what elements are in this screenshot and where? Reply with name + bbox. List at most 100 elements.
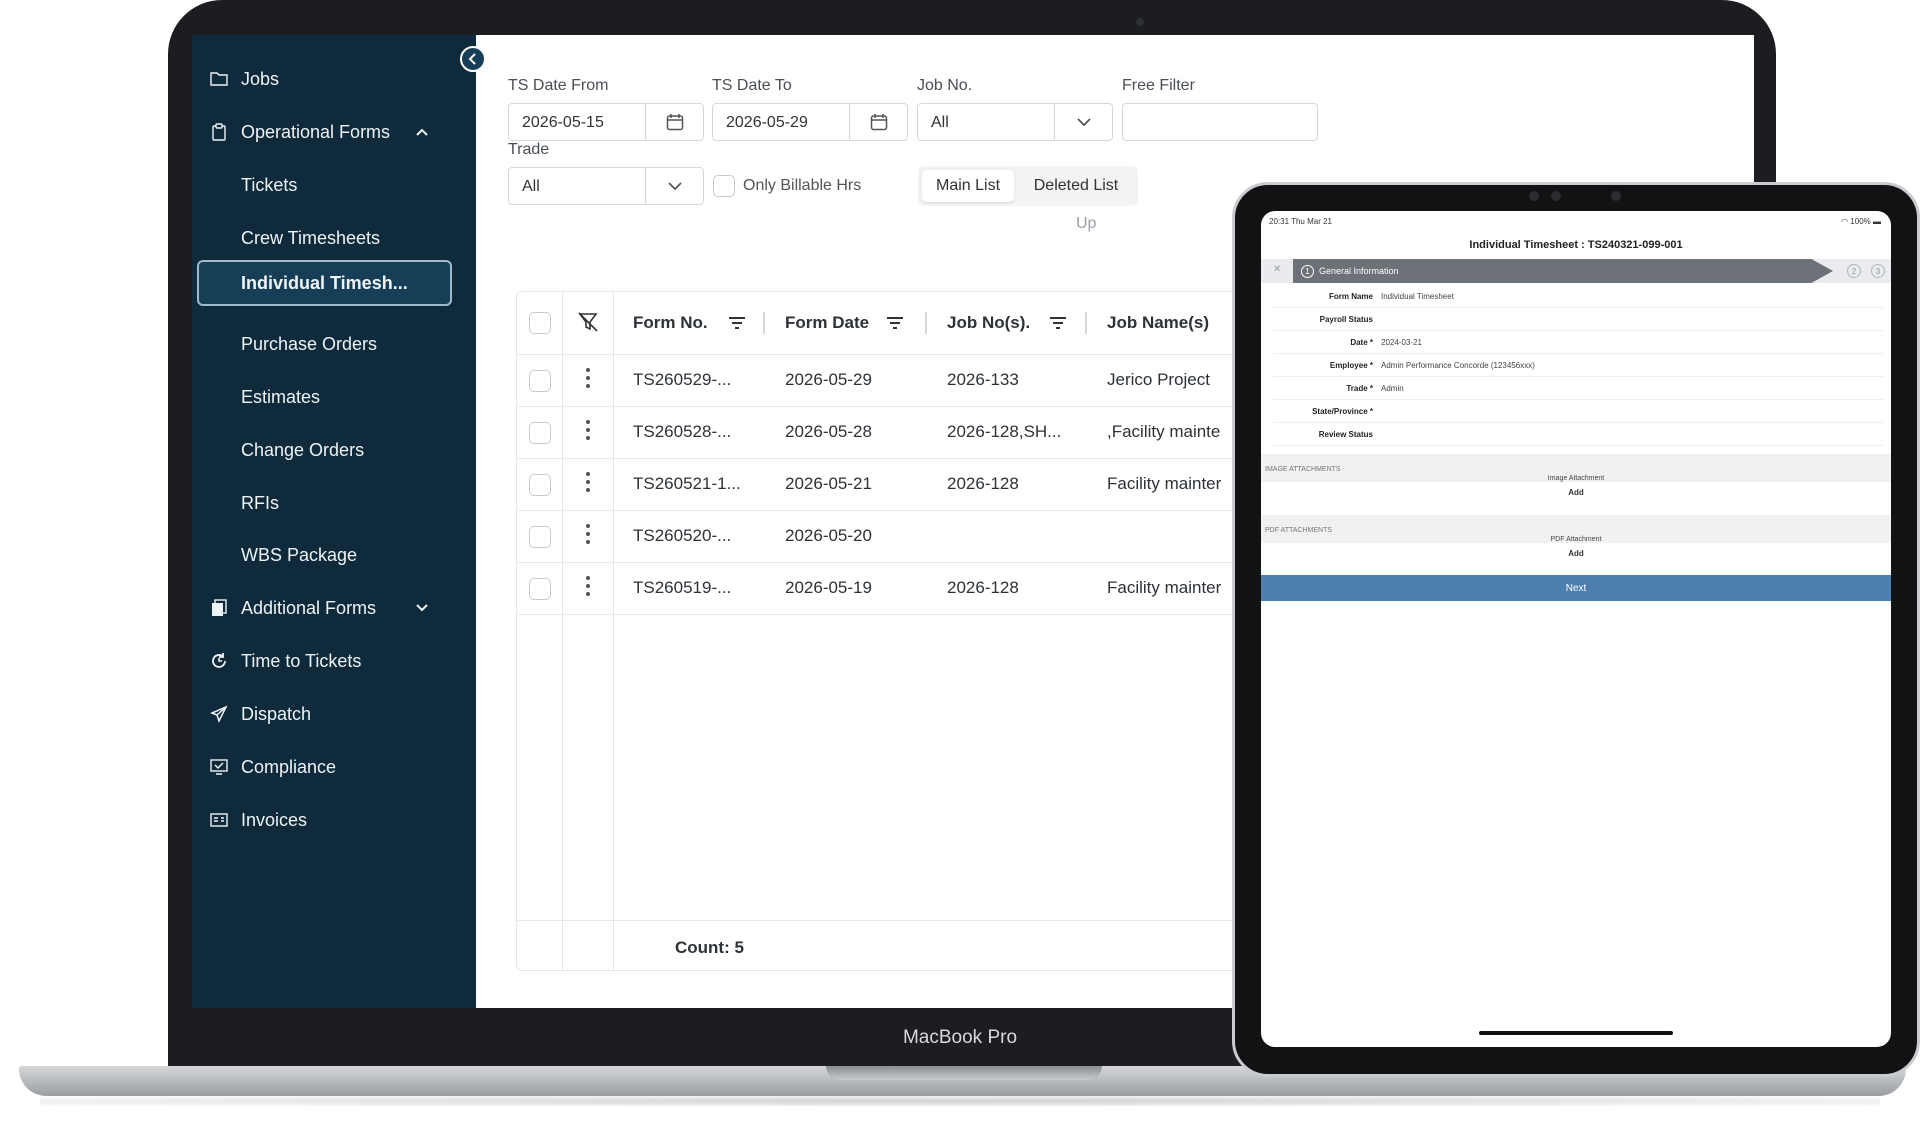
next-button[interactable]: Next bbox=[1261, 575, 1891, 601]
field-review-status[interactable]: Review Status bbox=[1273, 423, 1883, 446]
ts-date-from-value: 2026-05-15 bbox=[522, 114, 604, 131]
sidebar-item-time-to-tickets[interactable]: Time to Tickets bbox=[192, 638, 476, 684]
column-job-name[interactable]: Job Name(s) bbox=[1107, 292, 1209, 354]
sidebar-item-wbs-package[interactable]: WBS Package bbox=[192, 532, 476, 578]
sidebar-item-tickets[interactable]: Tickets bbox=[192, 162, 476, 208]
field-date[interactable]: Date * 2024-03-21 bbox=[1273, 331, 1883, 354]
column-label: Form Date bbox=[785, 313, 870, 332]
cell-form-no[interactable]: TS260521-1... bbox=[633, 474, 773, 494]
ts-date-from-field[interactable]: 2026-05-15 bbox=[508, 103, 704, 141]
step-general-information[interactable]: 1 General Information bbox=[1293, 259, 1833, 283]
sidebar: Jobs Operational Forms Tickets Crew Time… bbox=[192, 35, 476, 1008]
sidebar-item-label: WBS Package bbox=[241, 544, 358, 565]
sidebar-item-label: Time to Tickets bbox=[241, 650, 362, 671]
monitor-check-icon bbox=[209, 757, 229, 777]
row-menu-icon[interactable] bbox=[586, 368, 590, 388]
cell-form-date: 2026-05-28 bbox=[785, 422, 872, 441]
select-all-checkbox[interactable] bbox=[529, 312, 551, 334]
chevron-down-icon[interactable] bbox=[645, 168, 703, 204]
free-filter-input[interactable] bbox=[1122, 103, 1318, 141]
row-menu-icon[interactable] bbox=[586, 576, 590, 596]
close-icon[interactable]: ✕ bbox=[1273, 264, 1281, 275]
sidebar-item-crew-timesheets[interactable]: Crew Timesheets bbox=[192, 215, 476, 261]
column-form-no[interactable]: Form No. bbox=[633, 292, 708, 354]
job-no-select[interactable]: All bbox=[917, 103, 1113, 141]
sidebar-item-label: Compliance bbox=[241, 756, 337, 777]
sidebar-item-label: Individual Timesh... bbox=[241, 272, 408, 293]
invoice-icon bbox=[209, 810, 229, 830]
trade-label: Trade bbox=[508, 141, 550, 158]
sidebar-item-dispatch[interactable]: Dispatch bbox=[192, 691, 476, 737]
filter-lines-icon[interactable] bbox=[1049, 316, 1067, 335]
chevron-down-icon[interactable] bbox=[1054, 104, 1112, 140]
step-3[interactable]: 3 bbox=[1871, 264, 1885, 278]
section-header: IMAGE ATTACHMENTS bbox=[1265, 466, 1341, 473]
sidebar-item-jobs[interactable]: Jobs bbox=[192, 56, 476, 102]
sidebar-item-individual-timesheets[interactable]: Individual Timesh... bbox=[197, 260, 452, 306]
sidebar-item-compliance[interactable]: Compliance bbox=[192, 744, 476, 790]
sidebar-item-label: Tickets bbox=[241, 174, 298, 195]
field-key: Date * bbox=[1350, 338, 1373, 347]
tab-main-list[interactable]: Main List bbox=[922, 170, 1014, 202]
section-caption: Image Attachment bbox=[1547, 475, 1605, 482]
tablet-status-time: 20:31 Thu Mar 21 bbox=[1269, 217, 1333, 226]
field-payroll-status[interactable]: Payroll Status bbox=[1273, 308, 1883, 331]
tablet-screen: 20:31 Thu Mar 21 ◠ 100% ▬ Individual Tim… bbox=[1261, 211, 1891, 1047]
ts-date-to-field[interactable]: 2026-05-29 bbox=[712, 103, 908, 141]
battery-icon: ▬ bbox=[1873, 217, 1881, 226]
sidebar-item-rfis[interactable]: RFIs bbox=[192, 480, 476, 526]
calendar-icon[interactable] bbox=[849, 104, 907, 140]
documents-icon bbox=[209, 598, 229, 618]
field-key: State/Province * bbox=[1312, 407, 1373, 416]
field-employee[interactable]: Employee * Admin Performance Concorde (1… bbox=[1273, 354, 1883, 377]
field-value: Individual Timesheet bbox=[1381, 292, 1454, 301]
row-menu-icon[interactable] bbox=[586, 524, 590, 544]
step-2[interactable]: 2 bbox=[1847, 264, 1861, 278]
only-billable-label: Only Billable Hrs bbox=[743, 177, 862, 194]
row-menu-icon[interactable] bbox=[586, 420, 590, 440]
tablet-device: 20:31 Thu Mar 21 ◠ 100% ▬ Individual Tim… bbox=[1232, 182, 1920, 1077]
column-label: Form No. bbox=[633, 313, 708, 332]
field-value: Admin Performance Concorde (123456xxx) bbox=[1381, 361, 1535, 370]
sidebar-item-purchase-orders[interactable]: Purchase Orders bbox=[192, 321, 476, 367]
job-no-label: Job No. bbox=[917, 77, 973, 94]
sidebar-item-estimates[interactable]: Estimates bbox=[192, 374, 476, 420]
cell-job-name: Facility mainter bbox=[1107, 578, 1222, 597]
sidebar-item-change-orders[interactable]: Change Orders bbox=[192, 427, 476, 473]
trade-select[interactable]: All bbox=[508, 167, 704, 205]
sidebar-item-operational-forms[interactable]: Operational Forms bbox=[192, 109, 476, 155]
add-pdf-button[interactable]: Add bbox=[1261, 544, 1891, 564]
row-checkbox[interactable] bbox=[529, 370, 551, 392]
cell-form-date: 2026-05-29 bbox=[785, 370, 872, 389]
section-header: PDF ATTACHMENTS bbox=[1265, 527, 1333, 534]
row-checkbox[interactable] bbox=[529, 578, 551, 600]
field-state-province[interactable]: State/Province * bbox=[1273, 400, 1883, 423]
tab-deleted-list[interactable]: Deleted List bbox=[1018, 170, 1134, 202]
add-image-button[interactable]: Add bbox=[1261, 483, 1891, 503]
only-billable-checkbox[interactable] bbox=[713, 175, 735, 197]
sidebar-item-label: Dispatch bbox=[241, 703, 312, 724]
cell-form-no[interactable]: TS260529-... bbox=[633, 370, 773, 390]
row-checkbox[interactable] bbox=[529, 474, 551, 496]
cell-form-no[interactable]: TS260519-... bbox=[633, 578, 773, 598]
sidebar-item-additional-forms[interactable]: Additional Forms bbox=[192, 585, 476, 631]
calendar-icon[interactable] bbox=[645, 104, 703, 140]
filter-lines-icon[interactable] bbox=[886, 316, 904, 335]
field-trade[interactable]: Trade * Admin bbox=[1273, 377, 1883, 400]
row-menu-icon[interactable] bbox=[586, 472, 590, 492]
row-checkbox[interactable] bbox=[529, 422, 551, 444]
cell-form-no[interactable]: TS260520-... bbox=[633, 526, 773, 546]
sidebar-item-invoices[interactable]: Invoices bbox=[192, 797, 476, 843]
filter-lines-icon[interactable] bbox=[728, 316, 746, 335]
sidebar-item-label: Jobs bbox=[241, 68, 280, 89]
row-count: Count: 5 bbox=[675, 938, 744, 957]
column-job-no[interactable]: Job No(s). bbox=[947, 292, 1030, 354]
cell-job-no: 2026-128 bbox=[947, 578, 1019, 597]
cell-form-no[interactable]: TS260528-... bbox=[633, 422, 773, 442]
filter-clear-icon[interactable] bbox=[577, 311, 599, 333]
row-checkbox[interactable] bbox=[529, 526, 551, 548]
column-form-date[interactable]: Form Date bbox=[785, 292, 869, 354]
section-caption: PDF Attachment bbox=[1550, 536, 1602, 543]
field-form-name: Form Name Individual Timesheet bbox=[1273, 285, 1883, 308]
sidebar-collapse-button[interactable] bbox=[460, 46, 486, 72]
